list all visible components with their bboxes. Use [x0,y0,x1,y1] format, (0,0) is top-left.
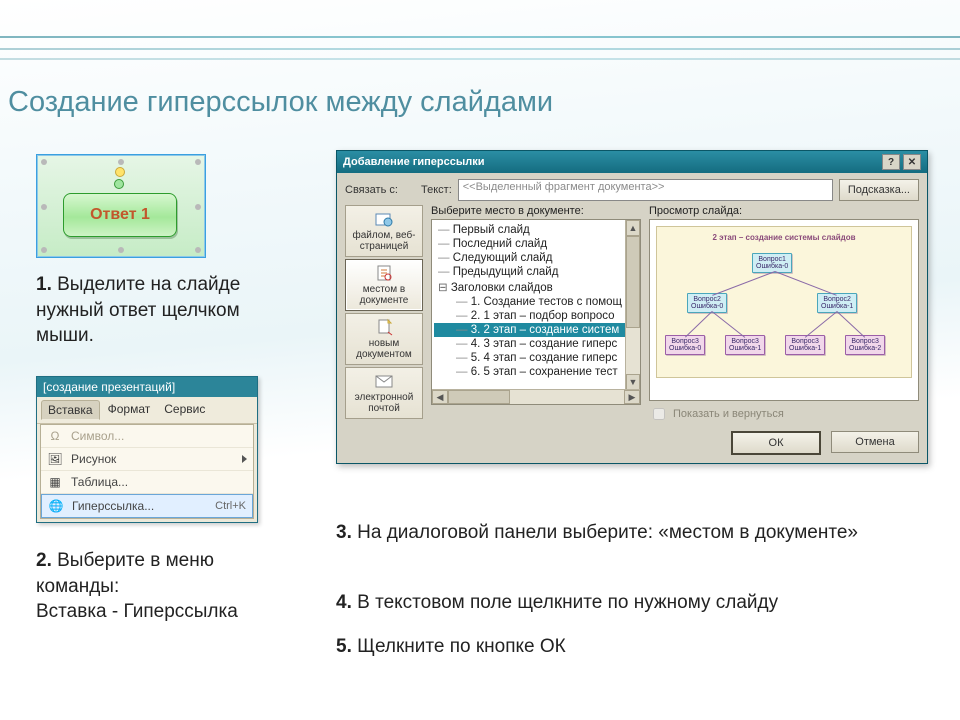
preview-label: Просмотр слайда: [649,205,919,217]
preview-node: Вопрос3Ошибка-1 [725,335,765,355]
tree-item[interactable]: 3. 2 этап – создание систем [434,323,638,337]
slide-title: Создание гиперссылок между слайдами [8,86,553,119]
tree-item[interactable]: Заголовки слайдов [434,279,638,295]
step3-text: 3. На диалоговой панели выберите: «место… [336,520,896,546]
tree-item[interactable]: Следующий слайд [434,251,638,265]
step5-text: 5. Щелкните по кнопке ОК [336,634,896,660]
tree-item[interactable]: 5. 4 этап – создание гиперс [434,351,638,365]
step4-text: 4. В текстовом поле щелкните по нужному … [336,590,896,616]
hyperlink-dialog: Добавление гиперссылки ? ✕ Связать с: Те… [336,150,928,464]
preview-node: Вопрос3Ошибка-2 [845,335,885,355]
scrollbar-horizontal[interactable]: ◀▶ [432,389,640,404]
app-title: [создание презентаций] [37,377,257,397]
menu-tab-insert[interactable]: Вставка [41,400,100,420]
preview-slide-title: 2 этап – создание системы слайдов [657,233,911,242]
tree-item[interactable]: Последний слайд [434,237,638,251]
show-return-checkbox[interactable]: Показать и вернуться [649,405,919,423]
ok-button[interactable]: ОК [731,431,821,455]
scrollbar-vertical[interactable]: ▲▼ [625,220,640,390]
file-web-icon [374,210,394,228]
tree-item[interactable]: 2. 1 этап – подбор вопросо [434,309,638,323]
tree-item[interactable]: Предыдущий слайд [434,265,638,279]
menu-item-symbol[interactable]: Ω Символ... [41,425,253,448]
close-button[interactable]: ✕ [903,154,921,170]
text-field[interactable]: <<Выделенный фрагмент документа>> [458,179,833,201]
cancel-button[interactable]: Отмена [831,431,919,453]
help-button[interactable]: ? [882,154,900,170]
preview-node: Вопрос1Ошибка-0 [752,253,792,273]
menu-item-picture[interactable]: 🖼 Рисунок [41,448,253,471]
slide-tree[interactable]: Первый слайдПоследний слайдСледующий сла… [431,219,641,405]
tab-email[interactable]: электронной почтой [345,367,423,419]
tree-label: Выберите место в документе: [431,205,641,217]
show-return-input [653,408,665,420]
link-with-label: Связать с: [345,184,415,196]
place-doc-icon [374,264,394,282]
submenu-arrow-icon [242,455,247,463]
link-type-tabs: файлом, веб-страницей местом в документе… [345,205,423,423]
step2-text: 2. Выберите в меню команды: Вставка - Ги… [36,548,296,625]
text-label: Текст: [421,184,452,196]
dialog-title: Добавление гиперссылки [343,156,484,168]
slide-preview: 2 этап – создание системы слайдов Вопрос… [649,219,919,401]
tab-new-doc[interactable]: новым документом [345,313,423,365]
tree-item[interactable]: 6. 5 этап – сохранение тест [434,365,638,379]
menu-bar: Вставка Формат Сервис [37,397,257,424]
menu-shortcut: Ctrl+K [215,500,246,512]
table-icon: ▦ [47,474,63,490]
preview-node: Вопрос2Ошибка-0 [687,293,727,313]
tab-place-in-doc[interactable]: местом в документе [345,259,423,311]
hint-button[interactable]: Подсказка... [839,179,919,201]
menu-tab-format[interactable]: Формат [102,400,157,420]
globe-icon: 🌐 [48,498,64,514]
tree-item[interactable]: Первый слайд [434,223,638,237]
tree-item[interactable]: 1. Создание тестов с помощ [434,295,638,309]
symbol-icon: Ω [47,428,63,444]
menu-item-hyperlink[interactable]: 🌐 Гиперссылка... Ctrl+K [41,494,253,518]
tab-file-web[interactable]: файлом, веб-страницей [345,205,423,257]
menu-item-table[interactable]: ▦ Таблица... [41,471,253,494]
menu-screenshot: [создание презентаций] Вставка Формат Се… [36,376,258,523]
answer-button[interactable]: Ответ 1 [63,193,177,237]
answer-panel: Ответ 1 [36,154,206,258]
picture-icon: 🖼 [47,451,63,467]
email-icon [374,372,394,390]
tree-item[interactable]: 4. 3 этап – создание гиперс [434,337,638,351]
new-doc-icon [374,318,394,336]
menu-tab-service[interactable]: Сервис [158,400,211,420]
step1-text: 1. Выделите на слайде нужный ответ щелчк… [36,272,291,349]
